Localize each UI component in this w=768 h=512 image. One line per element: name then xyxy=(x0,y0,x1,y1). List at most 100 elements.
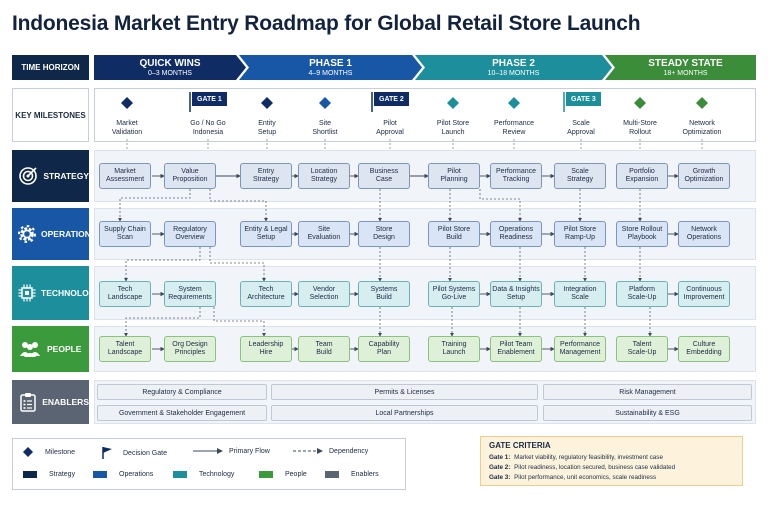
task-box[interactable]: Regulatory Overview xyxy=(164,221,216,247)
task-label: Location Strategy xyxy=(310,168,338,183)
task-box[interactable]: Vendor Selection xyxy=(298,281,350,307)
legend-operations: Operations xyxy=(93,471,153,478)
gate-criteria-text: Pilot performance, unit economics, scale… xyxy=(514,474,657,481)
task-box[interactable]: Entry Strategy xyxy=(240,163,292,189)
task-box[interactable]: Scale Strategy xyxy=(554,163,606,189)
task-box[interactable]: Business Case xyxy=(358,163,410,189)
task-box[interactable]: Talent Landscape xyxy=(99,336,151,362)
task-box[interactable]: Talent Scale-Up xyxy=(616,336,668,362)
task-label: Culture Embedding xyxy=(686,341,722,356)
task-label: Entity & Legal Setup xyxy=(244,226,288,241)
enabler-item: Government & Stakeholder Engagement xyxy=(97,405,267,421)
task-box[interactable]: Training Launch xyxy=(428,336,480,362)
legend-label: People xyxy=(285,471,307,478)
task-box[interactable]: Org Design Principles xyxy=(164,336,216,362)
task-box[interactable]: Value Proposition xyxy=(164,163,216,189)
task-box[interactable]: Pilot Systems Go-Live xyxy=(428,281,480,307)
task-label: Supply Chain Scan xyxy=(104,226,146,241)
task-box[interactable]: Operations Readiness xyxy=(490,221,542,247)
task-box[interactable]: Team Build xyxy=(298,336,350,362)
task-box[interactable]: Leadership Hire xyxy=(240,336,292,362)
gate-criteria-text: Market viability, regulatory feasibility… xyxy=(514,454,663,461)
gate-flag-icon xyxy=(102,447,112,459)
task-box[interactable]: Platform Scale-Up xyxy=(616,281,668,307)
task-box[interactable]: Portfolio Expansion xyxy=(616,163,668,189)
legend-strategy: Strategy xyxy=(23,471,75,478)
legend-label: Milestone xyxy=(45,448,75,456)
dependency-lines xyxy=(118,189,652,337)
task-box[interactable]: Integration Scale xyxy=(554,281,606,307)
enabler-item: Regulatory & Compliance xyxy=(97,384,267,400)
task-label: Integration Scale xyxy=(563,286,597,301)
legend-label: Strategy xyxy=(49,471,76,478)
legend-label: Dependency xyxy=(329,447,369,455)
task-label: Performance Management xyxy=(559,341,601,356)
task-box[interactable]: System Requirements xyxy=(164,281,216,307)
legend: Milestone Decision Gate Primary Flow Dep… xyxy=(12,438,406,490)
task-label: Performance Tracking xyxy=(495,168,537,183)
legend-people: People xyxy=(259,471,307,478)
task-box[interactable]: Pilot Planning xyxy=(428,163,480,189)
task-box[interactable]: Location Strategy xyxy=(298,163,350,189)
task-box[interactable]: Site Evaluation xyxy=(298,221,350,247)
task-box[interactable]: Entity & Legal Setup xyxy=(240,221,292,247)
task-label: Talent Landscape xyxy=(107,341,143,356)
task-box[interactable]: Store Design xyxy=(358,221,410,247)
legend-dependency: Dependency xyxy=(293,447,368,455)
legend-milestone: Milestone xyxy=(23,447,75,457)
legend-decision-gate: Decision Gate xyxy=(101,447,167,459)
task-label: Portfolio Expansion xyxy=(625,168,659,183)
primary-flow-lines xyxy=(152,173,679,352)
enabler-item: Permits & Licenses xyxy=(271,384,538,400)
task-box[interactable]: Data & Insights Setup xyxy=(490,281,542,307)
gate-criteria-gate: Gate 3: xyxy=(489,474,511,481)
task-box[interactable]: Supply Chain Scan xyxy=(99,221,151,247)
legend-swatch xyxy=(259,471,273,478)
task-box[interactable]: Continuous Improvement xyxy=(678,281,730,307)
task-box[interactable]: Systems Build xyxy=(358,281,410,307)
task-box[interactable]: Capability Plan xyxy=(358,336,410,362)
task-label: Tech Architecture xyxy=(247,286,285,301)
task-label: Operations Readiness xyxy=(498,226,534,241)
task-label: Pilot Store Build xyxy=(437,226,471,241)
task-box[interactable]: Tech Architecture xyxy=(240,281,292,307)
task-box[interactable]: Growth Optimization xyxy=(678,163,730,189)
task-box[interactable]: Market Assessment xyxy=(99,163,151,189)
task-box[interactable]: Pilot Team Enablement xyxy=(490,336,542,362)
gate-criteria-gate: Gate 1: xyxy=(489,454,511,461)
task-label: Platform Scale-Up xyxy=(627,286,657,301)
task-box[interactable]: Performance Tracking xyxy=(490,163,542,189)
task-label: Regulatory Overview xyxy=(173,226,207,241)
legend-label: Operations xyxy=(119,471,154,478)
task-box[interactable]: Pilot Store Ramp-Up xyxy=(554,221,606,247)
task-label: Pilot Store Ramp-Up xyxy=(563,226,597,241)
task-box[interactable]: Performance Management xyxy=(554,336,606,362)
task-label: Value Proposition xyxy=(172,168,208,183)
task-box[interactable]: Pilot Store Build xyxy=(428,221,480,247)
legend-primary-flow: Primary Flow xyxy=(193,447,270,455)
legend-label: Primary Flow xyxy=(229,447,270,455)
solid-arrow-icon xyxy=(193,448,223,454)
task-label: Org Design Principles xyxy=(172,341,208,356)
task-label: Talent Scale-Up xyxy=(627,341,657,356)
enabler-item: Local Partnerships xyxy=(271,405,538,421)
legend-label: Decision Gate xyxy=(123,449,167,457)
task-label: Pilot Systems Go-Live xyxy=(432,286,476,301)
task-label: Data & Insights Setup xyxy=(492,286,540,301)
task-box[interactable]: Culture Embedding xyxy=(678,336,730,362)
task-label: Tech Landscape xyxy=(107,286,143,301)
task-label: Store Rollout Playbook xyxy=(621,226,663,241)
task-label: Leadership Hire xyxy=(248,341,284,356)
task-label: Pilot Team Enablement xyxy=(497,341,535,356)
legend-label: Enablers xyxy=(351,471,379,478)
task-box[interactable]: Network Operations xyxy=(678,221,730,247)
task-box[interactable]: Store Rollout Playbook xyxy=(616,221,668,247)
legend-swatch xyxy=(325,471,339,478)
gate-criteria-title: GATE CRITERIA xyxy=(489,441,551,450)
milestone-diamond-icon xyxy=(23,447,33,457)
enabler-item: Risk Management xyxy=(543,384,752,400)
task-label: System Requirements xyxy=(168,286,212,301)
task-box[interactable]: Tech Landscape xyxy=(99,281,151,307)
task-label: Network Operations xyxy=(686,226,722,241)
dashed-arrow-icon xyxy=(293,448,323,454)
